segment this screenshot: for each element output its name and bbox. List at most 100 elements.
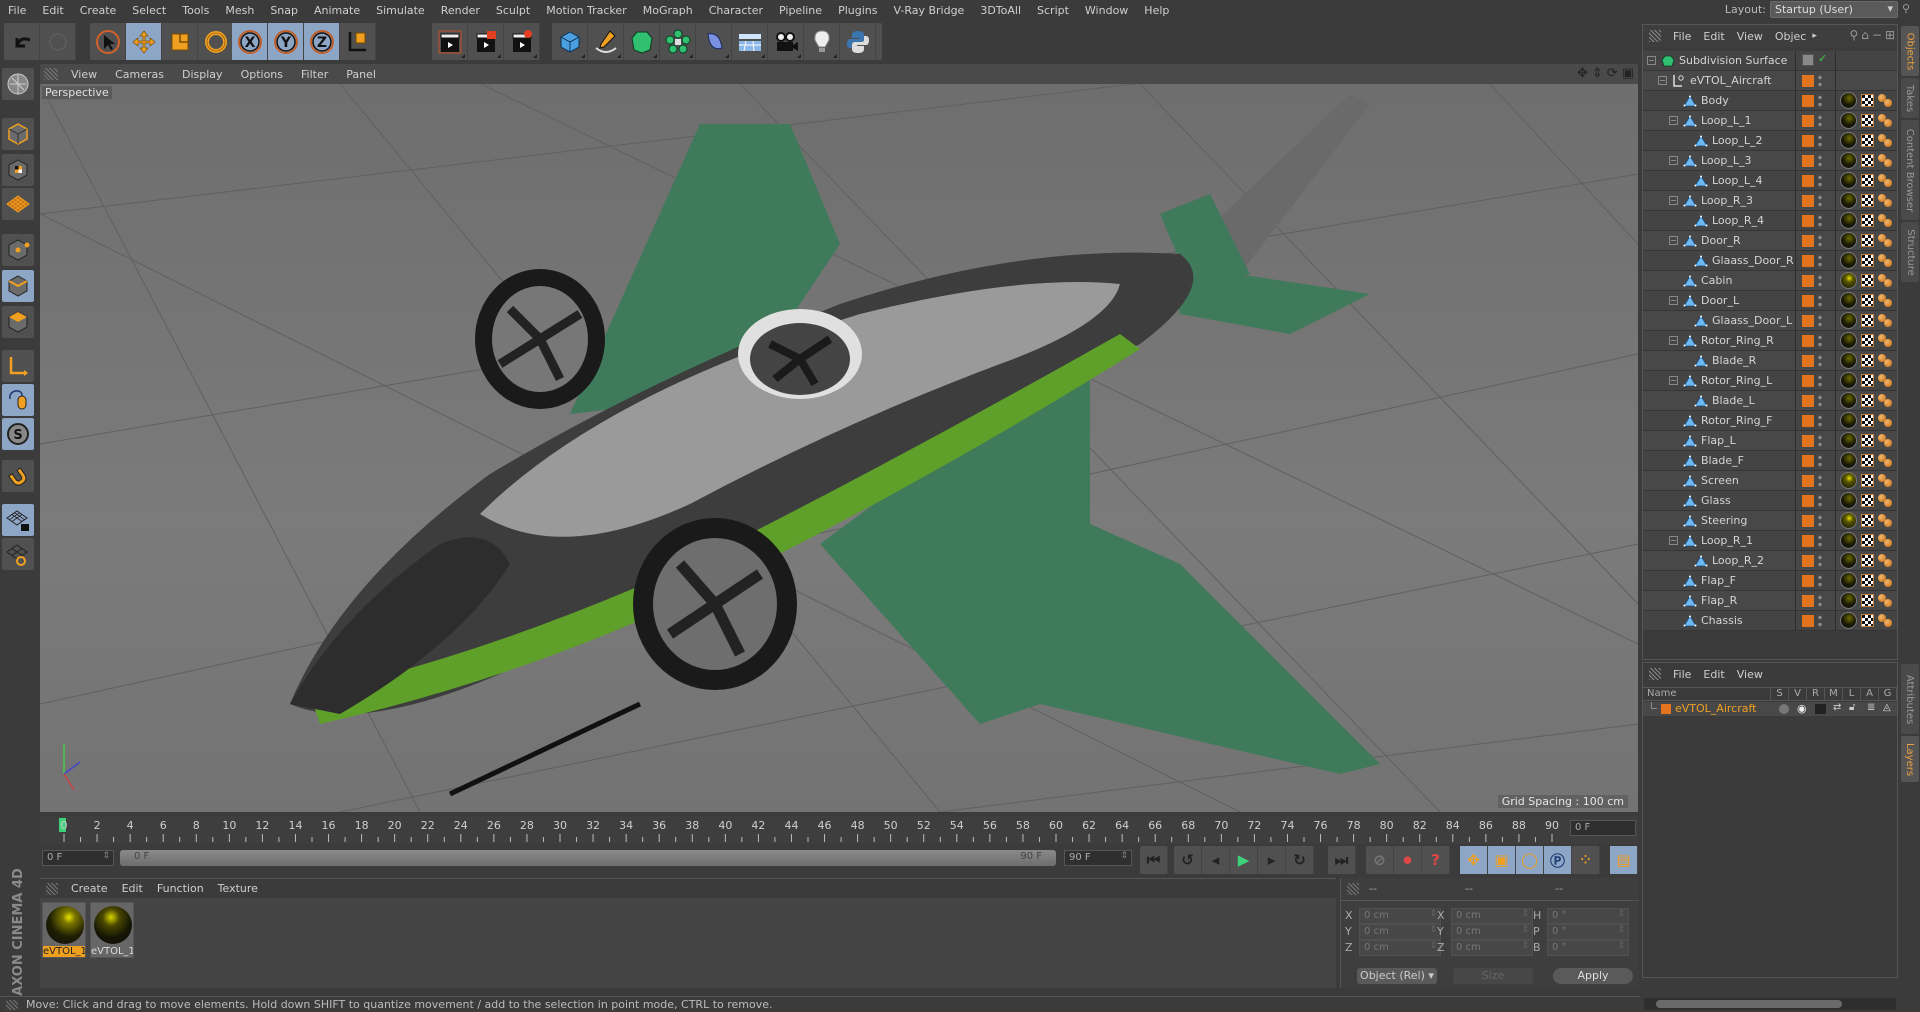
- render-view-button[interactable]: [432, 23, 468, 60]
- material-menu-texture[interactable]: Texture: [211, 882, 265, 895]
- object-name[interactable]: Chassis: [1701, 614, 1743, 627]
- uvw-tag-icon[interactable]: [1861, 374, 1874, 387]
- key-position-button[interactable]: ✥: [1460, 846, 1488, 874]
- object-row[interactable]: Glaass_Door_L: [1643, 311, 1897, 331]
- material-tag-icon[interactable]: [1840, 452, 1857, 469]
- phong-tag-icon[interactable]: [1878, 194, 1894, 208]
- visibility-dots[interactable]: [1818, 294, 1822, 308]
- coord-field-h[interactable]: 0 °: [1547, 908, 1629, 924]
- uvw-tag-icon[interactable]: [1861, 454, 1874, 467]
- goto-end-button[interactable]: ⏭: [1328, 846, 1356, 874]
- layer-color-swatch[interactable]: [1661, 704, 1671, 714]
- model-mode-button[interactable]: [2, 118, 34, 150]
- object-row[interactable]: − eVTOL_Aircraft: [1643, 71, 1897, 91]
- expand-toggle[interactable]: −: [1669, 156, 1678, 165]
- coord-field-y[interactable]: 0 cm: [1359, 924, 1441, 940]
- panel-grip[interactable]: [1347, 883, 1359, 895]
- material-tag-icon[interactable]: [1840, 492, 1857, 509]
- material-tag-icon[interactable]: [1840, 432, 1857, 449]
- floor-button[interactable]: [732, 23, 768, 60]
- panel-grip[interactable]: [44, 68, 58, 80]
- object-name[interactable]: Loop_L_3: [1701, 154, 1752, 167]
- material-tag-icon[interactable]: [1840, 512, 1857, 529]
- object-row[interactable]: Cabin: [1643, 271, 1897, 291]
- material-menu-create[interactable]: Create: [64, 882, 115, 895]
- visibility-dots[interactable]: [1818, 254, 1822, 268]
- object-row[interactable]: Glass: [1643, 491, 1897, 511]
- object-name[interactable]: Loop_R_3: [1701, 194, 1753, 207]
- coord-field-y[interactable]: 0 cm: [1451, 924, 1533, 940]
- object-row[interactable]: − Door_L: [1643, 291, 1897, 311]
- layer-scrollbar[interactable]: [1644, 998, 1896, 1010]
- object-row[interactable]: Body: [1643, 91, 1897, 111]
- object-row[interactable]: Rotor_Ring_F: [1643, 411, 1897, 431]
- material-menu-edit[interactable]: Edit: [115, 882, 150, 895]
- menu-create[interactable]: Create: [72, 4, 125, 17]
- phong-tag-icon[interactable]: [1878, 294, 1894, 308]
- key-pla-button[interactable]: ⁘: [1572, 846, 1600, 874]
- visibility-dots[interactable]: [1818, 334, 1822, 348]
- material-tag-icon[interactable]: [1840, 92, 1857, 109]
- uvw-tag-icon[interactable]: [1861, 554, 1874, 567]
- layout-dropdown[interactable]: Startup (User): [1770, 1, 1898, 18]
- key-parameter-button[interactable]: Ⓟ: [1544, 846, 1572, 874]
- object-row[interactable]: Flap_F: [1643, 571, 1897, 591]
- layer-color-swatch[interactable]: [1802, 215, 1814, 227]
- object-name[interactable]: Loop_L_2: [1712, 134, 1763, 147]
- uvw-tag-icon[interactable]: [1861, 494, 1874, 507]
- layer-color-swatch[interactable]: [1802, 475, 1814, 487]
- undo-button[interactable]: [4, 23, 40, 60]
- planar-workplane-button[interactable]: [2, 538, 34, 570]
- object-menu-objec[interactable]: Objec: [1769, 30, 1813, 43]
- layer-color-swatch[interactable]: [1802, 235, 1814, 247]
- menu-help[interactable]: Help: [1136, 4, 1177, 17]
- phong-tag-icon[interactable]: [1878, 414, 1894, 428]
- material-tag-icon[interactable]: [1840, 392, 1857, 409]
- new-window-icon[interactable]: ⊞: [1885, 28, 1895, 42]
- redo-button[interactable]: [40, 23, 76, 60]
- layer-color-swatch[interactable]: [1802, 375, 1814, 387]
- menu-select[interactable]: Select: [124, 4, 174, 17]
- viewport-menu-options[interactable]: Options: [232, 68, 292, 81]
- phong-tag-icon[interactable]: [1878, 514, 1894, 528]
- phong-tag-icon[interactable]: [1878, 574, 1894, 588]
- menu-simulate[interactable]: Simulate: [368, 4, 433, 17]
- material-tag-icon[interactable]: [1840, 372, 1857, 389]
- phong-tag-icon[interactable]: [1878, 134, 1894, 148]
- phong-tag-icon[interactable]: [1878, 94, 1894, 108]
- tab-content-browser[interactable]: Content Browser: [1901, 120, 1919, 220]
- uvw-tag-icon[interactable]: [1861, 134, 1874, 147]
- phong-tag-icon[interactable]: [1878, 534, 1894, 548]
- subdivision-surface-button[interactable]: [624, 23, 660, 60]
- live-selection-button[interactable]: [90, 23, 126, 60]
- menu-animate[interactable]: Animate: [306, 4, 368, 17]
- uvw-tag-icon[interactable]: [1861, 174, 1874, 187]
- object-name[interactable]: Blade_R: [1712, 354, 1756, 367]
- object-row[interactable]: Loop_R_2: [1643, 551, 1897, 571]
- autokey-button[interactable]: ⏺: [1394, 846, 1422, 874]
- uvw-tag-icon[interactable]: [1861, 114, 1874, 127]
- layer-color-swatch[interactable]: [1802, 335, 1814, 347]
- object-name[interactable]: Rotor_Ring_F: [1701, 414, 1772, 427]
- phong-tag-icon[interactable]: [1878, 554, 1894, 568]
- object-name[interactable]: Body: [1701, 94, 1729, 107]
- phong-tag-icon[interactable]: [1878, 254, 1894, 268]
- viewport-menu-filter[interactable]: Filter: [292, 68, 337, 81]
- layer-color-swatch[interactable]: [1802, 295, 1814, 307]
- menu-file[interactable]: File: [0, 4, 34, 17]
- coord-field-z[interactable]: 0 cm: [1359, 940, 1441, 956]
- key-rotation-button[interactable]: ◯: [1516, 846, 1544, 874]
- visibility-dots[interactable]: [1818, 454, 1822, 468]
- visibility-eye-icon[interactable]: ◉: [1797, 702, 1807, 715]
- column-s[interactable]: S: [1771, 688, 1789, 700]
- layer-color-swatch[interactable]: [1802, 275, 1814, 287]
- object-row[interactable]: − Loop_R_1: [1643, 531, 1897, 551]
- layer-color-swatch[interactable]: [1802, 355, 1814, 367]
- uvw-tag-icon[interactable]: [1861, 614, 1874, 627]
- menu-3dtoall[interactable]: 3DToAll: [972, 4, 1029, 17]
- material-swatch[interactable]: eVTOL_1: [90, 902, 134, 958]
- object-name[interactable]: Blade_F: [1701, 454, 1744, 467]
- visibility-dots[interactable]: [1818, 214, 1822, 228]
- scrollbar-thumb[interactable]: [1656, 1000, 1842, 1008]
- deformer-button[interactable]: [696, 23, 732, 60]
